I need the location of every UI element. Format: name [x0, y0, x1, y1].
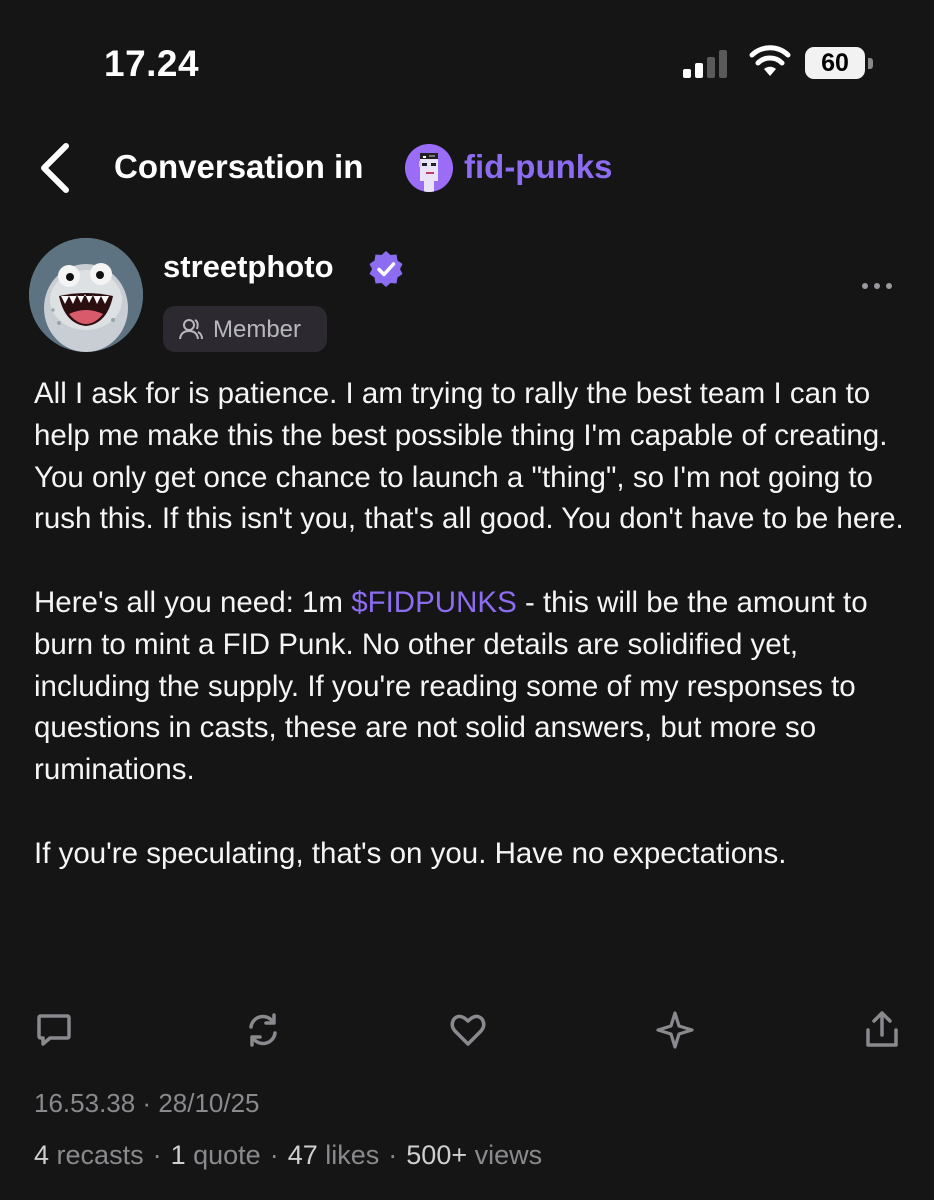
monster-avatar-icon [29, 238, 143, 352]
recasts-count: 4 [34, 1140, 50, 1170]
member-badge-label: Member [213, 316, 302, 343]
conversation-screen: 17.24 60 Conversation in fid-punks stree… [0, 0, 934, 1200]
chevron-left-icon[interactable] [36, 140, 72, 196]
channel-avatar[interactable] [405, 144, 453, 192]
post-timestamp: 16.53.38 · 28/10/25 [34, 1088, 260, 1118]
battery-tip [868, 58, 873, 69]
post-body: All I ask for is patience. I am trying t… [34, 373, 914, 875]
recasts-label: recasts [56, 1140, 144, 1170]
battery-level: 60 [821, 49, 849, 77]
action-bar [0, 1010, 934, 1054]
wifi-icon [749, 45, 791, 76]
separator: · [388, 1140, 398, 1170]
share-icon[interactable] [862, 1010, 902, 1050]
status-bar: 17.24 60 [0, 0, 934, 110]
likes-stat[interactable]: 47 likes [288, 1140, 380, 1170]
post-paragraph: If you're speculating, that's on you. Ha… [34, 836, 787, 870]
page-title: Conversation in [114, 148, 364, 185]
likes-label: likes [325, 1140, 380, 1170]
person-icon [179, 319, 203, 340]
likes-count: 47 [287, 1140, 318, 1170]
recast-icon[interactable] [243, 1010, 283, 1050]
channel-link[interactable]: fid-punks [464, 148, 612, 186]
sparkle-icon[interactable] [655, 1010, 695, 1050]
conversation-header: Conversation in fid-punks [0, 130, 934, 206]
post-paragraph: All I ask for is patience. I am trying t… [34, 377, 904, 536]
cashtag-link[interactable]: $FIDPUNKS [351, 586, 517, 619]
battery-indicator: 60 [805, 47, 873, 79]
recasts-stat[interactable]: 4 recasts [34, 1140, 144, 1170]
punk-icon [405, 144, 453, 192]
quotes-label: quote [193, 1140, 261, 1170]
author-name[interactable]: streetphoto [163, 249, 334, 285]
separator: · [269, 1140, 279, 1170]
views-count: 500+ [406, 1140, 468, 1170]
verified-badge-icon [369, 251, 403, 287]
quotes-count: 1 [170, 1140, 186, 1170]
post-text: Here's all you need: 1m [34, 585, 352, 619]
author-avatar[interactable] [29, 238, 143, 352]
views-stat: 500+ views [406, 1140, 542, 1170]
member-badge: Member [163, 306, 327, 352]
heart-icon[interactable] [448, 1010, 488, 1050]
quotes-stat[interactable]: 1 quote [171, 1140, 261, 1170]
separator: · [152, 1140, 162, 1170]
cellular-signal-icon [683, 50, 727, 78]
views-label: views [474, 1140, 543, 1170]
post-paragraph: Here's all you need: 1m $FIDPUNKS - this… [34, 582, 914, 791]
engagement-stats: 4 recasts · 1 quote · 47 likes · 500+ views [34, 1140, 542, 1171]
status-time: 17.24 [104, 43, 200, 84]
comment-icon[interactable] [34, 1010, 74, 1050]
ellipsis-icon[interactable] [860, 276, 894, 296]
